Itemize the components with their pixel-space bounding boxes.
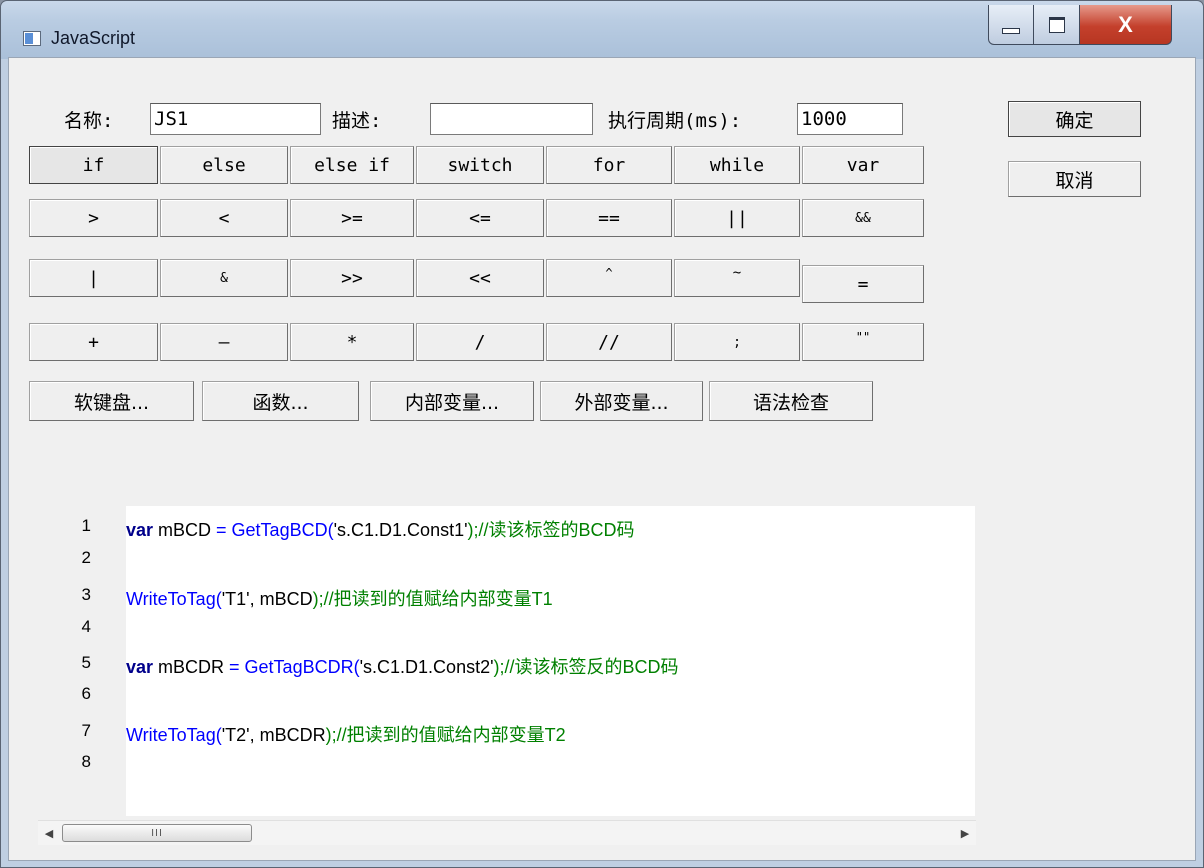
key-else[interactable]: else xyxy=(160,146,288,184)
window-app-icon xyxy=(23,31,41,46)
title-bar[interactable]: JavaScript X xyxy=(1,1,1203,57)
functions-button[interactable]: 函数... xyxy=(202,381,359,421)
horizontal-scrollbar[interactable]: ◀ III ▶ xyxy=(38,820,976,845)
keyword-token: var xyxy=(126,520,154,540)
key-less-equal[interactable]: <= xyxy=(416,199,544,237)
syntax-check-button[interactable]: 语法检查 xyxy=(709,381,873,421)
period-input[interactable] xyxy=(797,103,903,135)
maximize-button[interactable] xyxy=(1034,5,1080,45)
internal-variables-button[interactable]: 内部变量... xyxy=(370,381,534,421)
identifier-token: mBCD xyxy=(153,520,217,540)
dialog-client-area: 名称: 描述: 执行周期(ms): 确定 取消 if else else if … xyxy=(8,57,1196,861)
line-number: 3 xyxy=(81,585,91,604)
key-while[interactable]: while xyxy=(674,146,800,184)
description-input[interactable] xyxy=(430,103,593,135)
code-editor[interactable]: 1 var mBCD = GetTagBCD('s.C1.D1.Const1')… xyxy=(82,506,975,816)
operator-token: = xyxy=(229,657,240,677)
maximize-icon xyxy=(1048,16,1065,33)
key-greater-equal[interactable]: >= xyxy=(290,199,414,237)
line-number: 5 xyxy=(81,653,91,672)
function-token: GetTagBCD( xyxy=(226,520,334,540)
line-number: 7 xyxy=(81,721,91,740)
key-bitwise-or[interactable]: | xyxy=(29,259,158,297)
window-title: JavaScript xyxy=(51,28,136,48)
function-token: GetTagBCDR( xyxy=(239,657,360,677)
key-logical-and[interactable]: && xyxy=(802,199,924,237)
key-for[interactable]: for xyxy=(546,146,672,184)
identifier-token: mBCDR xyxy=(153,657,230,677)
key-else-if[interactable]: else if xyxy=(290,146,414,184)
key-multiply[interactable]: * xyxy=(290,323,414,361)
minimize-button[interactable] xyxy=(988,5,1034,45)
scroll-right-icon[interactable]: ▶ xyxy=(954,821,976,845)
key-less[interactable]: < xyxy=(160,199,288,237)
comment-token: );//读该标签反的BCD码 xyxy=(493,657,679,677)
key-xor[interactable]: ^ xyxy=(546,259,672,297)
minimize-icon xyxy=(1002,27,1020,34)
operator-token: = xyxy=(216,520,227,540)
name-input[interactable] xyxy=(150,103,321,135)
ok-button[interactable]: 确定 xyxy=(1008,101,1141,137)
description-label: 描述: xyxy=(332,110,382,132)
key-equal[interactable]: == xyxy=(546,199,672,237)
argument-token: 's.C1.D1.Const2' xyxy=(359,657,494,677)
scroll-left-icon[interactable]: ◀ xyxy=(38,821,60,845)
line-number: 1 xyxy=(81,516,91,535)
key-plus[interactable]: + xyxy=(29,323,158,361)
argument-token: 'T1', mBCD xyxy=(221,589,313,609)
close-button[interactable]: X xyxy=(1080,5,1172,45)
comment-token: );//把读到的值赋给内部变量T1 xyxy=(312,589,553,609)
key-greater[interactable]: > xyxy=(29,199,158,237)
code-line-7: 7 WriteToTag('T2', mBCDR);//把读到的值赋给内部变量T… xyxy=(82,721,566,747)
code-line-3: 3 WriteToTag('T1', mBCD);//把读到的值赋给内部变量T1 xyxy=(82,585,553,611)
line-number: 8 xyxy=(81,752,91,771)
line-number: 4 xyxy=(81,617,91,636)
keyword-token: var xyxy=(126,657,154,677)
key-assign[interactable]: = xyxy=(802,265,924,303)
scrollbar-thumb[interactable]: III xyxy=(62,824,252,842)
key-switch[interactable]: switch xyxy=(416,146,544,184)
close-icon: X xyxy=(1118,11,1133,37)
key-bitwise-and[interactable]: & xyxy=(160,259,288,297)
code-line-1: 1 var mBCD = GetTagBCD('s.C1.D1.Const1')… xyxy=(82,516,635,542)
code-line-5: 5 var mBCDR = GetTagBCDR('s.C1.D1.Const2… xyxy=(82,653,679,679)
javascript-dialog: JavaScript X 名称: 描述: 执行周期(ms): 确定 取消 if … xyxy=(0,0,1204,868)
cancel-button[interactable]: 取消 xyxy=(1008,161,1141,197)
key-if[interactable]: if xyxy=(29,146,158,184)
key-not[interactable]: ~ xyxy=(674,259,800,297)
key-logical-or[interactable]: || xyxy=(674,199,800,237)
key-quotes[interactable]: "" xyxy=(802,323,924,361)
key-var[interactable]: var xyxy=(802,146,924,184)
line-number: 6 xyxy=(81,684,91,703)
key-shift-right[interactable]: >> xyxy=(290,259,414,297)
key-divide[interactable]: / xyxy=(416,323,544,361)
key-semicolon[interactable]: ; xyxy=(674,323,800,361)
name-label: 名称: xyxy=(64,110,114,132)
key-shift-left[interactable]: << xyxy=(416,259,544,297)
line-number: 2 xyxy=(81,548,91,567)
key-minus[interactable]: — xyxy=(160,323,288,361)
soft-keyboard-button[interactable]: 软键盘... xyxy=(29,381,194,421)
comment-token: );//把读到的值赋给内部变量T2 xyxy=(325,725,566,745)
function-token: WriteToTag( xyxy=(126,589,222,609)
argument-token: 's.C1.D1.Const1' xyxy=(333,520,468,540)
key-comment[interactable]: // xyxy=(546,323,672,361)
external-variables-button[interactable]: 外部变量... xyxy=(540,381,703,421)
function-token: WriteToTag( xyxy=(126,725,222,745)
comment-token: );//读该标签的BCD码 xyxy=(467,520,635,540)
period-label: 执行周期(ms): xyxy=(608,110,742,132)
argument-token: 'T2', mBCDR xyxy=(221,725,326,745)
